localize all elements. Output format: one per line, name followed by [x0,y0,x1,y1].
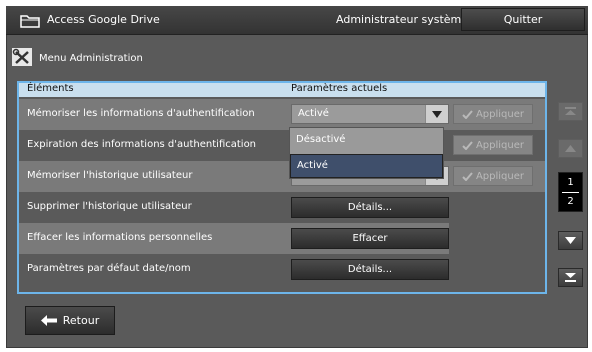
screen: Access Google Drive Administrateur systè… [0,0,592,352]
back-label: Retour [62,314,100,327]
column-items: Éléments [27,83,74,94]
chevron-down-icon [565,237,576,244]
dropdown-list: Désactivé Activé [289,127,444,179]
scroll-top-button[interactable] [558,102,583,121]
details-button[interactable]: Détails... [291,259,449,280]
check-icon [462,140,473,150]
arrow-left-icon [40,315,57,326]
details-button[interactable]: Détails... [291,197,449,218]
auth-info-select[interactable]: Activé [291,104,449,124]
scroll-down-button[interactable] [558,231,583,250]
apply-button[interactable]: Appliquer [453,135,533,155]
user-label: Administrateur système [336,13,469,26]
settings-table: Éléments Paramètres actuels Mémoriser le… [17,81,547,294]
page-indicator: 1 2 [558,172,583,212]
table-row: Mémoriser les informations d'authentific… [19,99,545,130]
row-label: Supprimer l'historique utilisateur [27,201,192,212]
apply-label: Appliquer [475,170,525,182]
apply-label: Appliquer [475,108,525,120]
scroll-up-button[interactable] [558,139,583,158]
menu-title: Menu Administration [39,53,143,64]
row-label: Mémoriser les informations d'authentific… [27,108,255,119]
select-value: Activé [298,108,329,119]
check-icon [462,171,473,181]
check-icon [462,109,473,119]
dropdown-option-disabled[interactable]: Désactivé [290,129,443,153]
chevron-down-icon[interactable] [425,105,448,123]
tools-icon [12,48,32,66]
apply-label: Appliquer [475,139,525,151]
row-spacer [449,223,545,254]
double-chevron-up-icon [565,107,576,115]
table-header: Éléments Paramètres actuels [19,83,545,97]
apply-button[interactable]: Appliquer [453,104,533,124]
row-label: Expiration des informations d'authentifi… [27,139,257,150]
quit-button[interactable]: Quitter [461,8,585,31]
double-chevron-down-icon [565,273,576,282]
current-page: 1 [567,177,574,188]
apply-button[interactable]: Appliquer [453,166,533,186]
page-divider [562,192,579,193]
table-row: Supprimer l'historique utilisateur Détai… [19,192,545,223]
table-row: Effacer les informations personnelles Ef… [19,223,545,254]
row-label: Mémoriser l'historique utilisateur [27,170,193,181]
scroll-bottom-button[interactable] [558,268,583,287]
clear-button[interactable]: Effacer [291,228,449,249]
row-label: Effacer les informations personnelles [27,232,213,243]
table-row: Expiration des informations d'authentifi… [19,130,545,161]
dropdown-option-enabled[interactable]: Activé [290,154,443,178]
table-row: Mémoriser l'historique utilisateur Activ… [19,161,545,192]
total-pages: 2 [567,196,574,207]
back-button[interactable]: Retour [25,306,115,335]
row-label: Paramètres par défaut date/nom [27,263,191,274]
folder-icon [20,15,40,28]
app-title: Access Google Drive [47,13,160,26]
column-current: Paramètres actuels [291,83,388,94]
table-row: Paramètres par défaut date/nom Détails..… [19,254,545,285]
chevron-up-icon [565,145,576,152]
